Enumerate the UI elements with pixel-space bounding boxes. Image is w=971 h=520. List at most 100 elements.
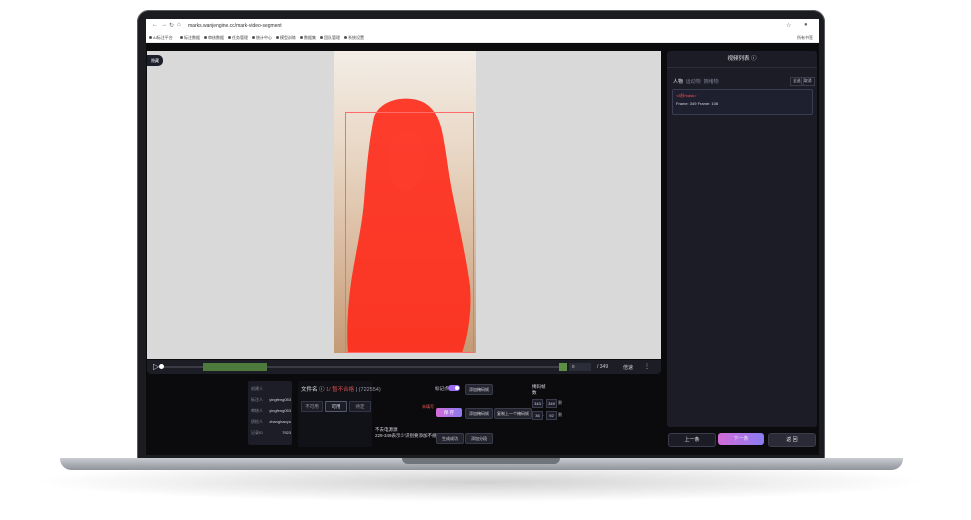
bookmark-item[interactable]: 标注数据 xyxy=(180,35,200,41)
info-label: 记录ID xyxy=(251,430,263,435)
bookmark-item[interactable]: 团队管理 xyxy=(320,35,340,41)
bookmark-label: AI标注平台 xyxy=(153,35,173,40)
next-button[interactable]: 下一条 xyxy=(718,433,764,445)
bookmark-icon xyxy=(276,36,279,40)
cancel-button[interactable]: 取消 xyxy=(801,77,815,86)
timeline-thumb[interactable] xyxy=(159,364,164,369)
hide-button[interactable]: 隐藏 xyxy=(147,55,163,66)
bookmark-item[interactable]: 任务管理 xyxy=(228,35,248,41)
item-title: <8秒mask> xyxy=(676,93,697,98)
info-value: yingfeng053 xyxy=(269,408,291,413)
bookmark-label: 标注数据 xyxy=(184,35,200,40)
mask-frame-header: 掩码帧 数 xyxy=(532,384,546,395)
copy-previous-mask-button[interactable]: 复制上一个掩码帧 xyxy=(494,408,532,419)
bookmark-icon xyxy=(149,36,152,40)
bounding-box[interactable] xyxy=(345,112,474,353)
info-value: zhanghaoyu xyxy=(269,419,291,424)
tab-moving[interactable]: 运动物 xyxy=(686,79,701,85)
info-value: yingfeng053 xyxy=(269,397,291,402)
mark-point-toggle[interactable] xyxy=(448,385,460,391)
back-button[interactable]: 返 回 xyxy=(768,433,816,447)
playback-controls: ▷ 0 / 349 倍速 ⋮ xyxy=(147,360,661,374)
bookmark-label: 统计中心 xyxy=(256,35,272,40)
forward-icon[interactable]: → xyxy=(161,22,167,28)
file-panel: 文件名 ⓘ 1/ 暂不合格 | (722554) 不可用 可用 待定 xyxy=(298,381,381,447)
add-mask-button[interactable]: 添加掩码帧 xyxy=(465,384,493,395)
timeline-segment[interactable] xyxy=(559,363,567,371)
category-tabs: 人物 运动物 拥堵物 xyxy=(673,78,719,85)
list-item[interactable]: <8秒mask> Frame: 349 Frame: 108 xyxy=(672,89,813,115)
delete-range-button[interactable]: 删 xyxy=(558,412,562,418)
info-row: 质检人 zhanghaoyu xyxy=(251,419,291,425)
browser-address-bar: ← → ↻ ⌂ marks.wanjengine.cc/mark-video-s… xyxy=(146,19,819,33)
bookmark-label: 团队管理 xyxy=(324,35,340,40)
more-icon[interactable]: ⋮ xyxy=(644,363,650,370)
range-to[interactable]: 92 xyxy=(546,411,557,420)
timeline-segment[interactable] xyxy=(203,363,267,371)
bookmark-label: 任务管理 xyxy=(232,35,248,40)
bookmark-label: 系统设置 xyxy=(348,35,364,40)
delete-range-button[interactable]: 删 xyxy=(558,400,562,406)
home-icon[interactable]: ⌂ xyxy=(177,22,181,28)
info-label: 标注人 xyxy=(251,397,263,402)
info-label: 质检人 xyxy=(251,419,263,424)
bookmark-icon xyxy=(344,36,347,40)
task-description: 不去电源源 229-349表示少识别要添加不规则面 xyxy=(375,427,446,439)
bookmark-icon xyxy=(228,36,231,40)
file-title-label: 文件名 ⓘ xyxy=(301,387,325,393)
bookmarks-bar: AI标注平台 标注数据 审核数据 任务管理 统计中心 模型训练 数据集 团队管理… xyxy=(146,32,819,43)
profile-icon[interactable]: ● xyxy=(804,22,808,28)
url-field[interactable]: marks.wanjengine.cc/mark-video-segment xyxy=(188,23,282,29)
video-canvas[interactable]: 隐藏 xyxy=(147,51,661,359)
unfilled-label: 未填写 xyxy=(422,404,434,409)
bookmark-item[interactable]: 数据集 xyxy=(300,35,316,41)
tab-obstacle[interactable]: 拥堵物 xyxy=(704,79,719,85)
bookmark-label: 模型训练 xyxy=(280,35,296,40)
add-segment-button[interactable]: 添加分段 xyxy=(465,433,493,444)
file-id: | (722554) xyxy=(355,387,381,393)
range-sep: - xyxy=(543,412,545,417)
range-to[interactable]: 349 xyxy=(546,399,557,408)
range-sep: - xyxy=(543,400,545,405)
add-mask-button-2[interactable]: 添加掩码帧 xyxy=(465,408,493,419)
reload-icon[interactable]: ↻ xyxy=(169,22,174,29)
usable-button[interactable]: 可用 xyxy=(325,401,347,412)
speed-button[interactable]: 倍速 xyxy=(623,364,633,371)
info-row: 标注人 yingfeng053 xyxy=(251,397,291,403)
bookmark-icon xyxy=(320,36,323,40)
video-frame[interactable] xyxy=(334,51,476,353)
info-row: 创建人 xyxy=(251,386,291,392)
save-button[interactable]: 保 存 xyxy=(436,408,462,417)
unusable-button[interactable]: 不可用 xyxy=(301,401,323,412)
item-meta: Frame: 349 Frame: 108 xyxy=(676,101,719,106)
bookmark-item[interactable]: 统计中心 xyxy=(252,35,272,41)
laptop-screen: ← → ↻ ⌂ marks.wanjengine.cc/mark-video-s… xyxy=(146,19,819,455)
video-list-panel: 视频列表 ⓘ 人物 运动物 拥堵物 全选 取消 <8秒mask> Frame: … xyxy=(667,51,817,427)
info-row: 审核人 yingfeng053 xyxy=(251,408,291,414)
info-label: 创建人 xyxy=(251,386,263,391)
frame-total: / 349 xyxy=(597,364,609,370)
file-title: 文件名 ⓘ 1/ 暂不合格 | (722554) xyxy=(301,385,381,393)
annotation-app: 隐藏 ▷ 0 / 349 倍速 ⋮ 创建人 标注人 yingfeng053 审核… xyxy=(146,43,819,455)
prev-button[interactable]: 上一条 xyxy=(668,433,716,447)
laptop-notch xyxy=(402,458,560,464)
bookmark-label: 审核数据 xyxy=(208,35,224,40)
bookmark-item[interactable]: AI标注平台 xyxy=(149,35,173,41)
range-from[interactable]: 343 xyxy=(532,399,543,408)
range-from[interactable]: 36 xyxy=(532,411,543,420)
bookmark-item[interactable]: 模型训练 xyxy=(276,35,296,41)
mark-point-label: 标记点 xyxy=(435,386,449,391)
bookmark-icon xyxy=(204,36,207,40)
pending-button[interactable]: 待定 xyxy=(349,401,371,412)
star-icon[interactable]: ☆ xyxy=(786,22,791,29)
tab-person[interactable]: 人物 xyxy=(673,79,683,85)
bookmark-label: 数据集 xyxy=(304,35,316,40)
frame-input[interactable]: 0 xyxy=(569,363,591,371)
generate-button[interactable]: 生成成功 xyxy=(436,433,464,444)
bookmark-item[interactable]: 系统设置 xyxy=(344,35,364,41)
info-value: 7923 xyxy=(282,430,291,435)
bookmark-item[interactable]: 审核数据 xyxy=(204,35,224,41)
task-line: 229-349表示少识别要添加不规则面 xyxy=(375,433,446,438)
back-icon[interactable]: ← xyxy=(152,22,158,28)
all-bookmarks[interactable]: 所有书签 xyxy=(797,35,813,41)
